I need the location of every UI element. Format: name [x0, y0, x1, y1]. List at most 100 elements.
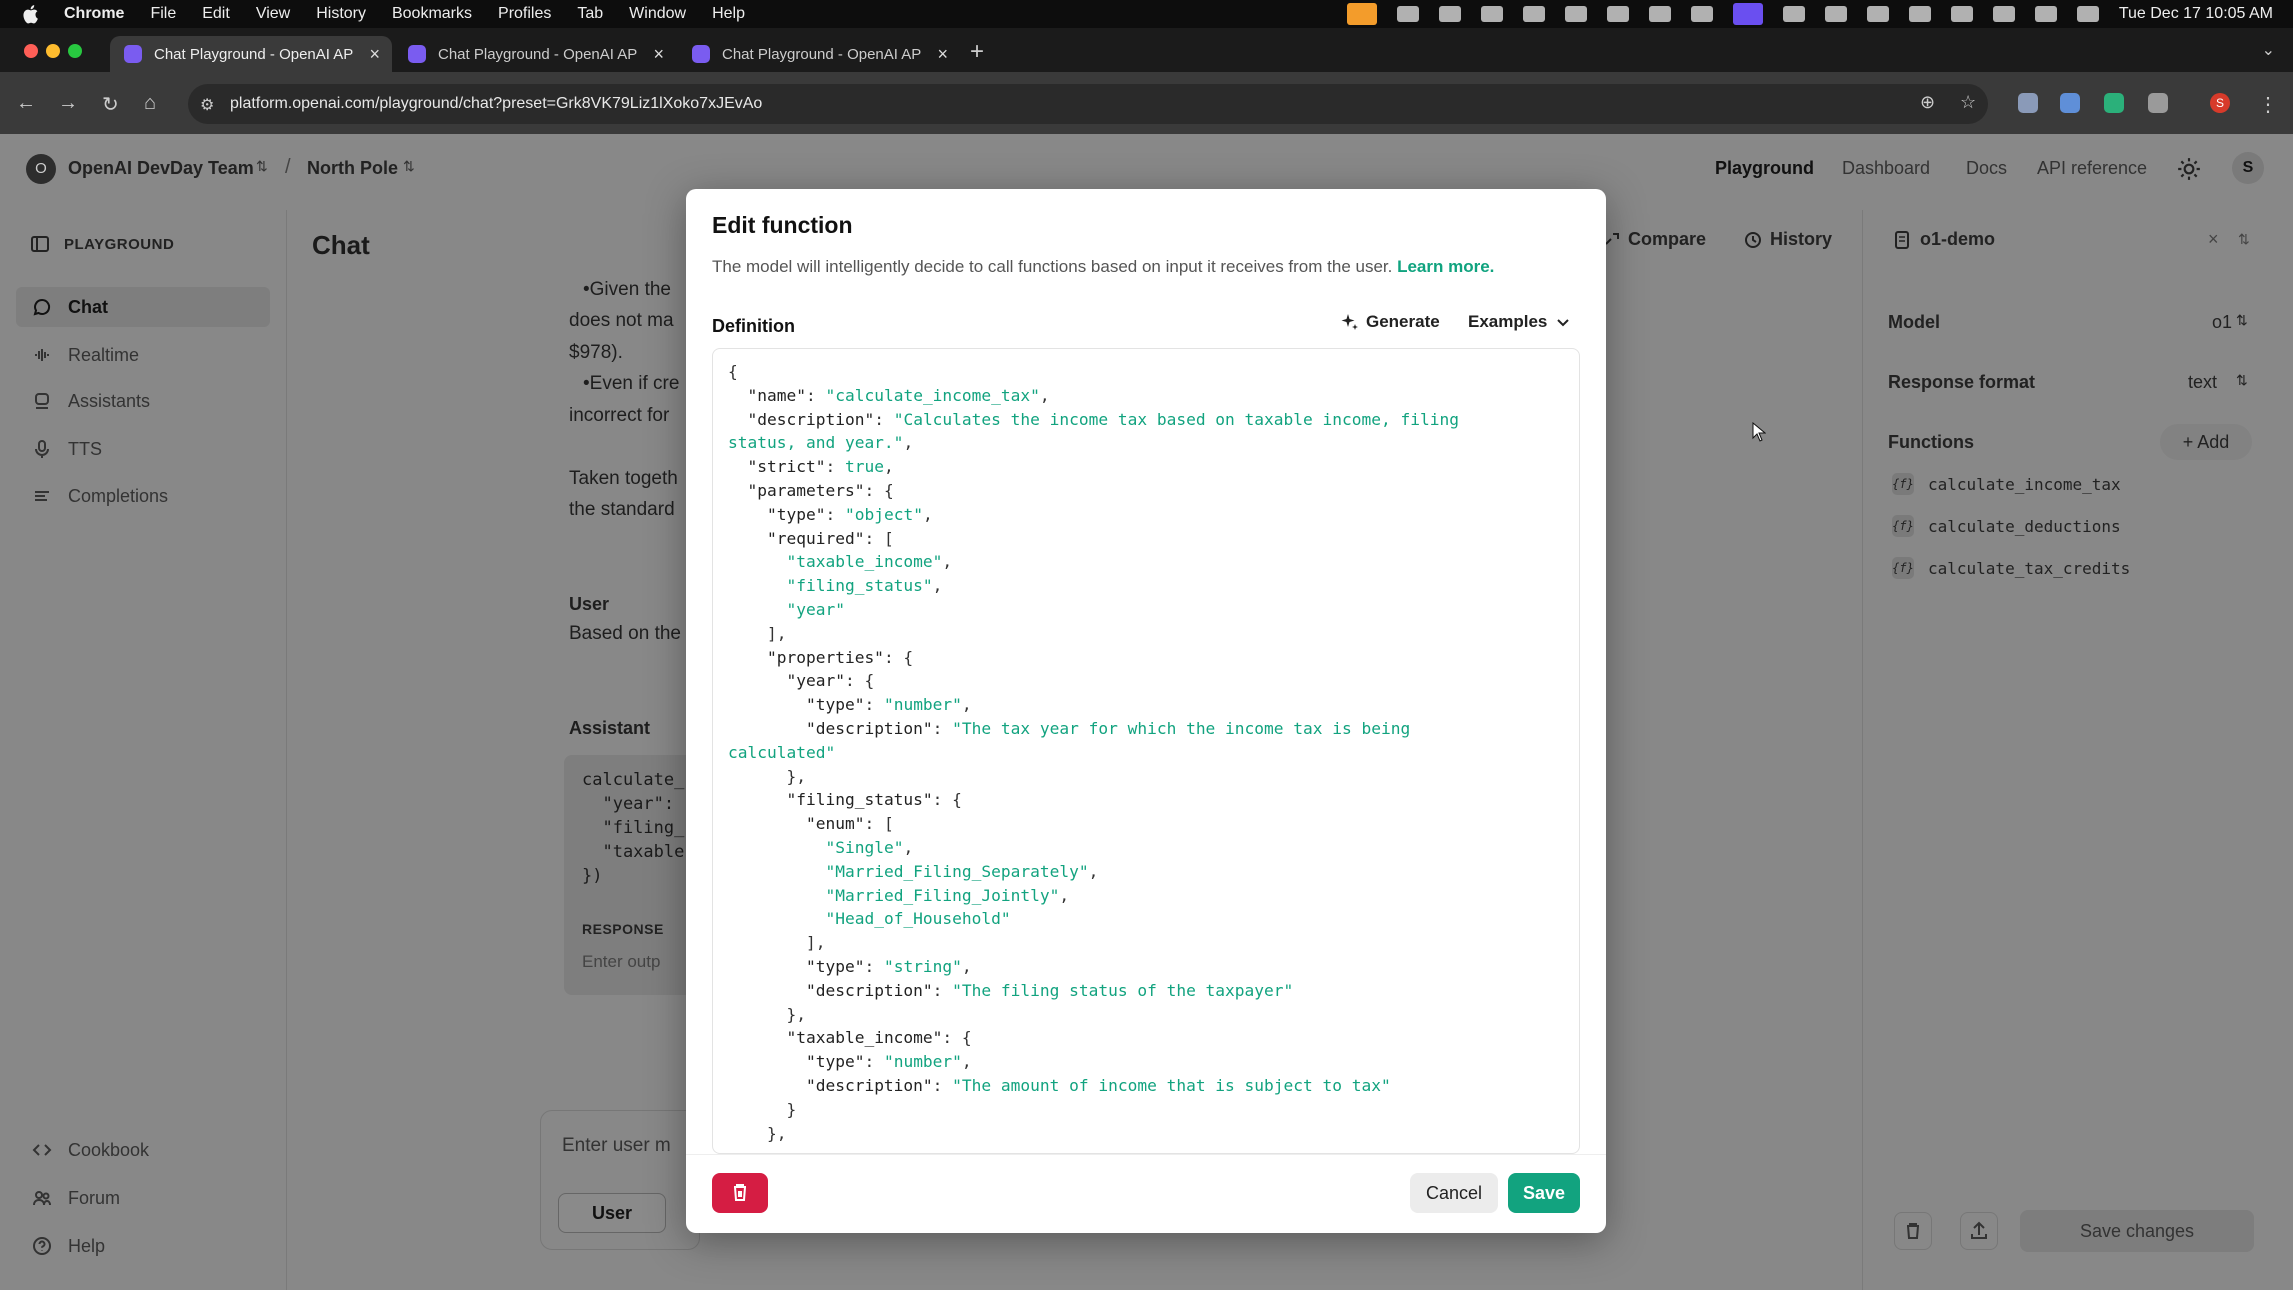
zoom-icon[interactable]: ⊕: [1920, 92, 1935, 113]
function-item[interactable]: {f} calculate_income_tax: [1892, 473, 2121, 495]
extension-icon[interactable]: [2104, 93, 2124, 113]
generate-button[interactable]: Generate: [1340, 312, 1440, 332]
save-button[interactable]: Save: [1508, 1173, 1580, 1213]
nav-api-reference[interactable]: API reference: [2037, 158, 2147, 179]
extension-icon[interactable]: [2060, 93, 2080, 113]
browser-tab[interactable]: Chat Playground - OpenAI API ×: [678, 36, 960, 72]
extension-icon[interactable]: [2018, 93, 2038, 113]
share-button[interactable]: [1960, 1212, 1998, 1250]
org-switcher[interactable]: OpenAI DevDay Team: [68, 158, 254, 179]
sidebar-heading[interactable]: PLAYGROUND: [30, 234, 174, 254]
project-chevron-icon[interactable]: ⇅: [403, 158, 415, 175]
menu-help[interactable]: Help: [712, 5, 745, 23]
function-item[interactable]: {f} calculate_deductions: [1892, 515, 2121, 537]
back-arrow-icon[interactable]: ←: [16, 92, 36, 115]
menubar-clock[interactable]: Tue Dec 17 10:05 AM: [2119, 5, 2273, 23]
sidebar-item-cookbook[interactable]: Cookbook: [16, 1130, 270, 1170]
recording-icon[interactable]: [1346, 3, 1377, 25]
menu-view[interactable]: View: [256, 5, 290, 23]
menu-history[interactable]: History: [316, 5, 366, 23]
home-icon[interactable]: ⌂: [144, 92, 156, 115]
sidebar-item-tts[interactable]: TTS: [16, 429, 270, 469]
json-code[interactable]: { "name": "calculate_income_tax", "descr…: [728, 360, 1568, 1150]
sidebar-item-realtime[interactable]: Realtime: [16, 335, 270, 375]
wifi-icon[interactable]: [1992, 6, 2015, 22]
keyboard-input-icon[interactable]: [1866, 6, 1889, 22]
tray-app-icon[interactable]: [1480, 6, 1503, 22]
menu-window[interactable]: Window: [629, 5, 686, 23]
function-item[interactable]: {f} calculate_tax_credits: [1892, 557, 2130, 579]
tray-app-icon[interactable]: [1396, 6, 1419, 22]
response-input[interactable]: Enter outp: [582, 952, 660, 972]
add-function-button[interactable]: + Add: [2160, 424, 2252, 460]
new-tab-icon[interactable]: +: [970, 38, 984, 66]
tray-app-icon[interactable]: [1522, 6, 1545, 22]
cloud-icon[interactable]: [1648, 6, 1671, 22]
extensions-puzzle-icon[interactable]: [2148, 93, 2168, 113]
preset-chevron-icon[interactable]: ⇅: [2238, 231, 2250, 248]
preset-selector[interactable]: o1-demo: [1894, 229, 1995, 250]
bookmark-star-icon[interactable]: ☆: [1960, 92, 1976, 113]
menu-file[interactable]: File: [150, 5, 176, 23]
forward-arrow-icon[interactable]: →: [58, 92, 78, 115]
window-close-button[interactable]: [24, 44, 38, 58]
menu-bookmarks[interactable]: Bookmarks: [392, 5, 472, 23]
sidebar-item-forum[interactable]: Forum: [16, 1178, 270, 1218]
user-avatar[interactable]: S: [2232, 152, 2264, 184]
screen-share-icon[interactable]: [1732, 3, 1763, 25]
apple-logo-icon[interactable]: [22, 4, 40, 24]
sidebar-toggle-icon[interactable]: [30, 234, 50, 254]
play-icon[interactable]: [1782, 6, 1805, 22]
sidebar-item-chat[interactable]: Chat: [16, 287, 270, 327]
control-center-icon[interactable]: [2076, 6, 2099, 22]
menu-app-name[interactable]: Chrome: [64, 5, 124, 23]
menu-profiles[interactable]: Profiles: [498, 5, 551, 23]
response-format-select[interactable]: text: [2188, 372, 2217, 393]
save-changes-button[interactable]: Save changes: [2020, 1210, 2254, 1252]
nav-playground[interactable]: Playground: [1715, 158, 1814, 179]
tab-search-chevron-icon[interactable]: ⌄: [2262, 40, 2275, 60]
tab-close-icon[interactable]: ×: [937, 44, 948, 65]
org-chevron-icon[interactable]: ⇅: [256, 158, 268, 175]
browser-tab[interactable]: Chat Playground - OpenAI API ×: [110, 36, 392, 72]
window-zoom-button[interactable]: [68, 44, 82, 58]
browser-menu-icon[interactable]: ⋮: [2258, 92, 2278, 117]
site-settings-icon[interactable]: ⚙: [200, 95, 214, 115]
tray-app-icon[interactable]: [1438, 6, 1461, 22]
volume-icon[interactable]: [1824, 6, 1847, 22]
settings-gear-icon[interactable]: [2176, 156, 2202, 182]
examples-dropdown[interactable]: Examples: [1468, 312, 1571, 332]
sidebar-item-assistants[interactable]: Assistants: [16, 381, 270, 421]
history-button[interactable]: History: [1744, 229, 1832, 250]
nav-docs[interactable]: Docs: [1966, 158, 2007, 179]
compare-button[interactable]: Compare: [1604, 229, 1706, 250]
spotlight-search-icon[interactable]: [2034, 6, 2057, 22]
org-avatar[interactable]: O: [26, 154, 56, 184]
cancel-button[interactable]: Cancel: [1410, 1173, 1498, 1213]
battery-icon[interactable]: [1950, 6, 1973, 22]
format-chevron-icon[interactable]: ⇅: [2236, 372, 2248, 389]
sidebar-item-completions[interactable]: Completions: [16, 476, 270, 516]
reload-icon[interactable]: ↻: [102, 92, 119, 117]
delete-preset-button[interactable]: [1894, 1212, 1932, 1250]
role-toggle-button[interactable]: User: [558, 1193, 666, 1233]
sidebar-item-help[interactable]: Help: [16, 1226, 270, 1266]
browser-tab[interactable]: Chat Playground - OpenAI API ×: [394, 36, 676, 72]
url-text[interactable]: platform.openai.com/playground/chat?pres…: [230, 95, 762, 113]
moon-icon[interactable]: [1690, 6, 1713, 22]
tray-app-icon[interactable]: [1564, 6, 1587, 22]
user-message-input[interactable]: Enter user m: [562, 1135, 671, 1157]
tray-app-icon[interactable]: [1908, 6, 1931, 22]
window-minimize-button[interactable]: [46, 44, 60, 58]
tab-close-icon[interactable]: ×: [369, 44, 380, 65]
nav-dashboard[interactable]: Dashboard: [1842, 158, 1930, 179]
model-select[interactable]: o1: [2212, 312, 2232, 333]
project-switcher[interactable]: North Pole: [307, 158, 398, 179]
delete-function-button[interactable]: [712, 1173, 768, 1213]
preset-clear-icon[interactable]: ×: [2208, 229, 2219, 250]
tray-app-icon[interactable]: [1606, 6, 1629, 22]
model-chevron-icon[interactable]: ⇅: [2236, 312, 2248, 329]
profile-avatar[interactable]: S: [2210, 93, 2230, 113]
menu-tab[interactable]: Tab: [577, 5, 603, 23]
menu-edit[interactable]: Edit: [202, 5, 230, 23]
